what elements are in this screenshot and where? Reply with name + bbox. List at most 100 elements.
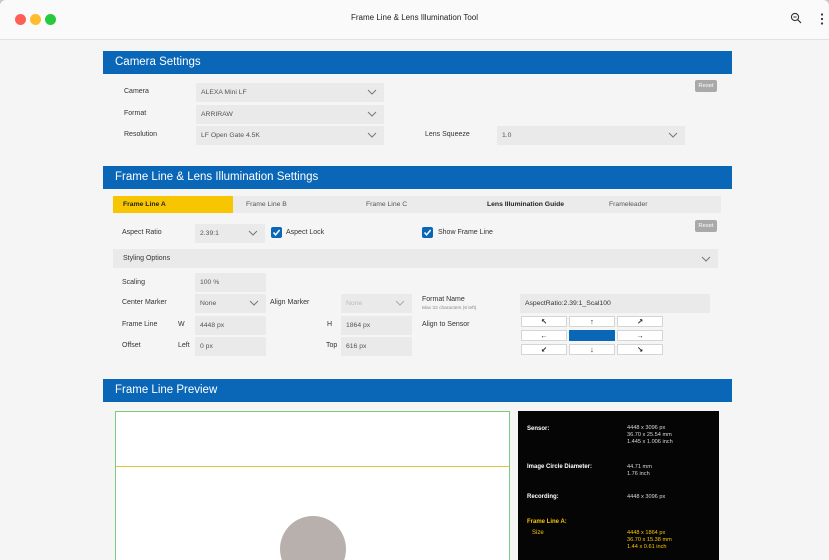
frame-line-tabs: Frame Line A Frame Line B Frame Line C L… xyxy=(113,196,721,213)
recording-px: 4448 x 3096 px xyxy=(627,494,666,500)
sensor-mm: 36.70 x 25.54 mm xyxy=(627,432,672,438)
align-down-right-button[interactable]: ↘ xyxy=(617,344,663,355)
camera-reset-button[interactable]: Reset xyxy=(695,80,717,92)
aspect-ratio-value: 2.39:1 xyxy=(200,230,219,237)
offset-left-label: Left xyxy=(178,342,190,349)
chevron-down-icon xyxy=(367,132,377,138)
center-marker-select[interactable]: None xyxy=(195,294,266,313)
sensor-px: 4448 x 3096 px xyxy=(627,425,666,431)
zoom-icon[interactable] xyxy=(790,12,802,24)
image-circle-inch: 1.76 inch xyxy=(627,471,650,477)
offset-top-input[interactable]: 616 px xyxy=(341,337,412,356)
tab-lens-illumination-guide[interactable]: Lens Illumination Guide xyxy=(487,196,564,213)
frame-line-w-label: W xyxy=(178,321,185,328)
frame-line-preview-canvas xyxy=(115,411,510,560)
align-down-left-button[interactable]: ↙ xyxy=(521,344,567,355)
align-marker-select[interactable]: None xyxy=(341,294,412,313)
camera-select[interactable]: ALEXA Mini LF xyxy=(196,83,384,102)
image-circle xyxy=(280,516,346,560)
lens-squeeze-value: 1.0 xyxy=(502,132,512,139)
center-marker-value: None xyxy=(200,300,217,307)
styling-options-toggle[interactable]: Styling Options xyxy=(113,249,718,268)
recording-values: 4448 x 3096 px xyxy=(627,494,665,501)
align-center-button[interactable] xyxy=(569,330,615,341)
frame-line-a-marker xyxy=(116,466,509,467)
resolution-select[interactable]: LF Open Gate 4.5K xyxy=(196,126,384,145)
chevron-down-icon xyxy=(668,132,678,138)
frame-line-a-mm: 36.70 x 15.38 mm xyxy=(627,537,672,543)
align-right-button[interactable]: → xyxy=(617,330,663,341)
aspect-ratio-label: Aspect Ratio xyxy=(122,229,162,236)
frame-line-settings-header: Frame Line & Lens Illumination Settings xyxy=(103,166,732,189)
styling-options-label: Styling Options xyxy=(123,255,171,262)
frame-line-h-label: H xyxy=(327,321,333,328)
align-up-left-button[interactable]: ↖ xyxy=(521,316,567,327)
chevron-down-icon xyxy=(367,89,377,95)
offset-left-input[interactable]: 0 px xyxy=(195,337,266,356)
aspect-ratio-select[interactable]: 2.39:1 xyxy=(195,224,265,243)
aspect-lock-checkbox[interactable] xyxy=(271,227,282,238)
checkmark-icon xyxy=(423,229,432,236)
format-value: ARRIRAW xyxy=(201,111,233,118)
image-circle-mm: 44.71 mm xyxy=(627,464,652,470)
window-title: Frame Line & Lens Illumination Tool xyxy=(350,13,479,22)
align-marker-value: None xyxy=(346,300,363,307)
center-marker-label: Center Marker xyxy=(122,299,167,306)
offset-label: Offset xyxy=(122,342,141,349)
lens-squeeze-label: Lens Squeeze xyxy=(425,131,470,138)
chevron-down-icon xyxy=(367,111,377,117)
align-up-button[interactable]: ↑ xyxy=(569,316,615,327)
format-label: Format xyxy=(124,110,147,117)
frame-line-width-input[interactable]: 4448 px xyxy=(195,316,266,335)
align-to-sensor-label: Align to Sensor xyxy=(422,321,470,328)
frame-line-a-size-label: Size xyxy=(532,530,544,536)
format-name-input[interactable]: AspectRatio:2.39:1_Scal100 xyxy=(520,294,710,313)
align-left-button[interactable]: ← xyxy=(521,330,567,341)
show-frame-line-checkbox[interactable] xyxy=(422,227,433,238)
tab-frameleader[interactable]: Frameleader xyxy=(609,196,648,213)
sensor-inch: 1.445 x 1.006 inch xyxy=(627,439,673,445)
sensor-label: Sensor: xyxy=(527,426,550,432)
frame-line-height-input[interactable]: 1864 px xyxy=(341,316,412,335)
lens-squeeze-select[interactable]: 1.0 xyxy=(497,126,685,145)
tab-frame-line-a[interactable]: Frame Line A xyxy=(113,196,233,213)
format-select[interactable]: ARRIRAW xyxy=(196,105,384,124)
sensor-info-panel: Sensor: 4448 x 3096 px 36.70 x 25.54 mm … xyxy=(518,411,719,560)
frame-line-a-px: 4448 x 1864 px xyxy=(627,530,666,536)
tab-frame-line-c[interactable]: Frame Line C xyxy=(366,196,407,213)
format-name-label: Format Name xyxy=(422,296,465,303)
align-down-button[interactable]: ↓ xyxy=(569,344,615,355)
app-window: Frame Line & Lens Illumination Tool Came… xyxy=(0,0,829,560)
scaling-label: Scaling xyxy=(122,279,145,286)
checkmark-icon xyxy=(272,229,281,236)
tab-frame-line-b[interactable]: Frame Line B xyxy=(246,196,287,213)
frame-line-a-label: Frame Line A: xyxy=(527,519,567,525)
recording-label: Recording: xyxy=(527,494,559,500)
camera-value: ALEXA Mini LF xyxy=(201,89,247,96)
preview-header: Frame Line Preview xyxy=(103,379,732,402)
frame-line-label: Frame Line xyxy=(122,321,158,328)
title-bar: Frame Line & Lens Illumination Tool xyxy=(0,0,829,40)
image-circle-values: 44.71 mm 1.76 inch xyxy=(627,464,652,478)
format-name-hint: Max 32 characters (6 left) xyxy=(422,306,477,311)
resolution-label: Resolution xyxy=(124,131,158,138)
sensor-values: 4448 x 3096 px 36.70 x 25.54 mm 1.445 x … xyxy=(627,425,673,446)
camera-settings-header: Camera Settings xyxy=(103,51,732,74)
frame-line-a-values: 4448 x 1864 px 36.70 x 15.38 mm 1.44 x 0… xyxy=(627,530,672,551)
chevron-down-icon xyxy=(395,300,405,306)
show-frame-line-label: Show Frame Line xyxy=(438,229,493,236)
align-up-right-button[interactable]: ↗ xyxy=(617,316,663,327)
aspect-lock-label: Aspect Lock xyxy=(286,229,325,236)
align-marker-label: Align Marker xyxy=(270,299,310,306)
chevron-down-icon xyxy=(701,256,711,262)
resolution-value: LF Open Gate 4.5K xyxy=(201,132,260,139)
frame-line-a-inch: 1.44 x 0.61 inch xyxy=(627,544,667,550)
camera-label: Camera xyxy=(124,88,149,95)
chevron-down-icon xyxy=(248,230,258,236)
chevron-down-icon xyxy=(249,300,259,306)
scaling-input[interactable]: 100 % xyxy=(195,273,266,292)
image-circle-label: Image Circle Diameter: xyxy=(527,464,593,470)
frame-line-reset-button[interactable]: Reset xyxy=(695,220,717,232)
more-options-icon[interactable] xyxy=(818,12,826,26)
offset-top-label: Top xyxy=(326,342,338,349)
